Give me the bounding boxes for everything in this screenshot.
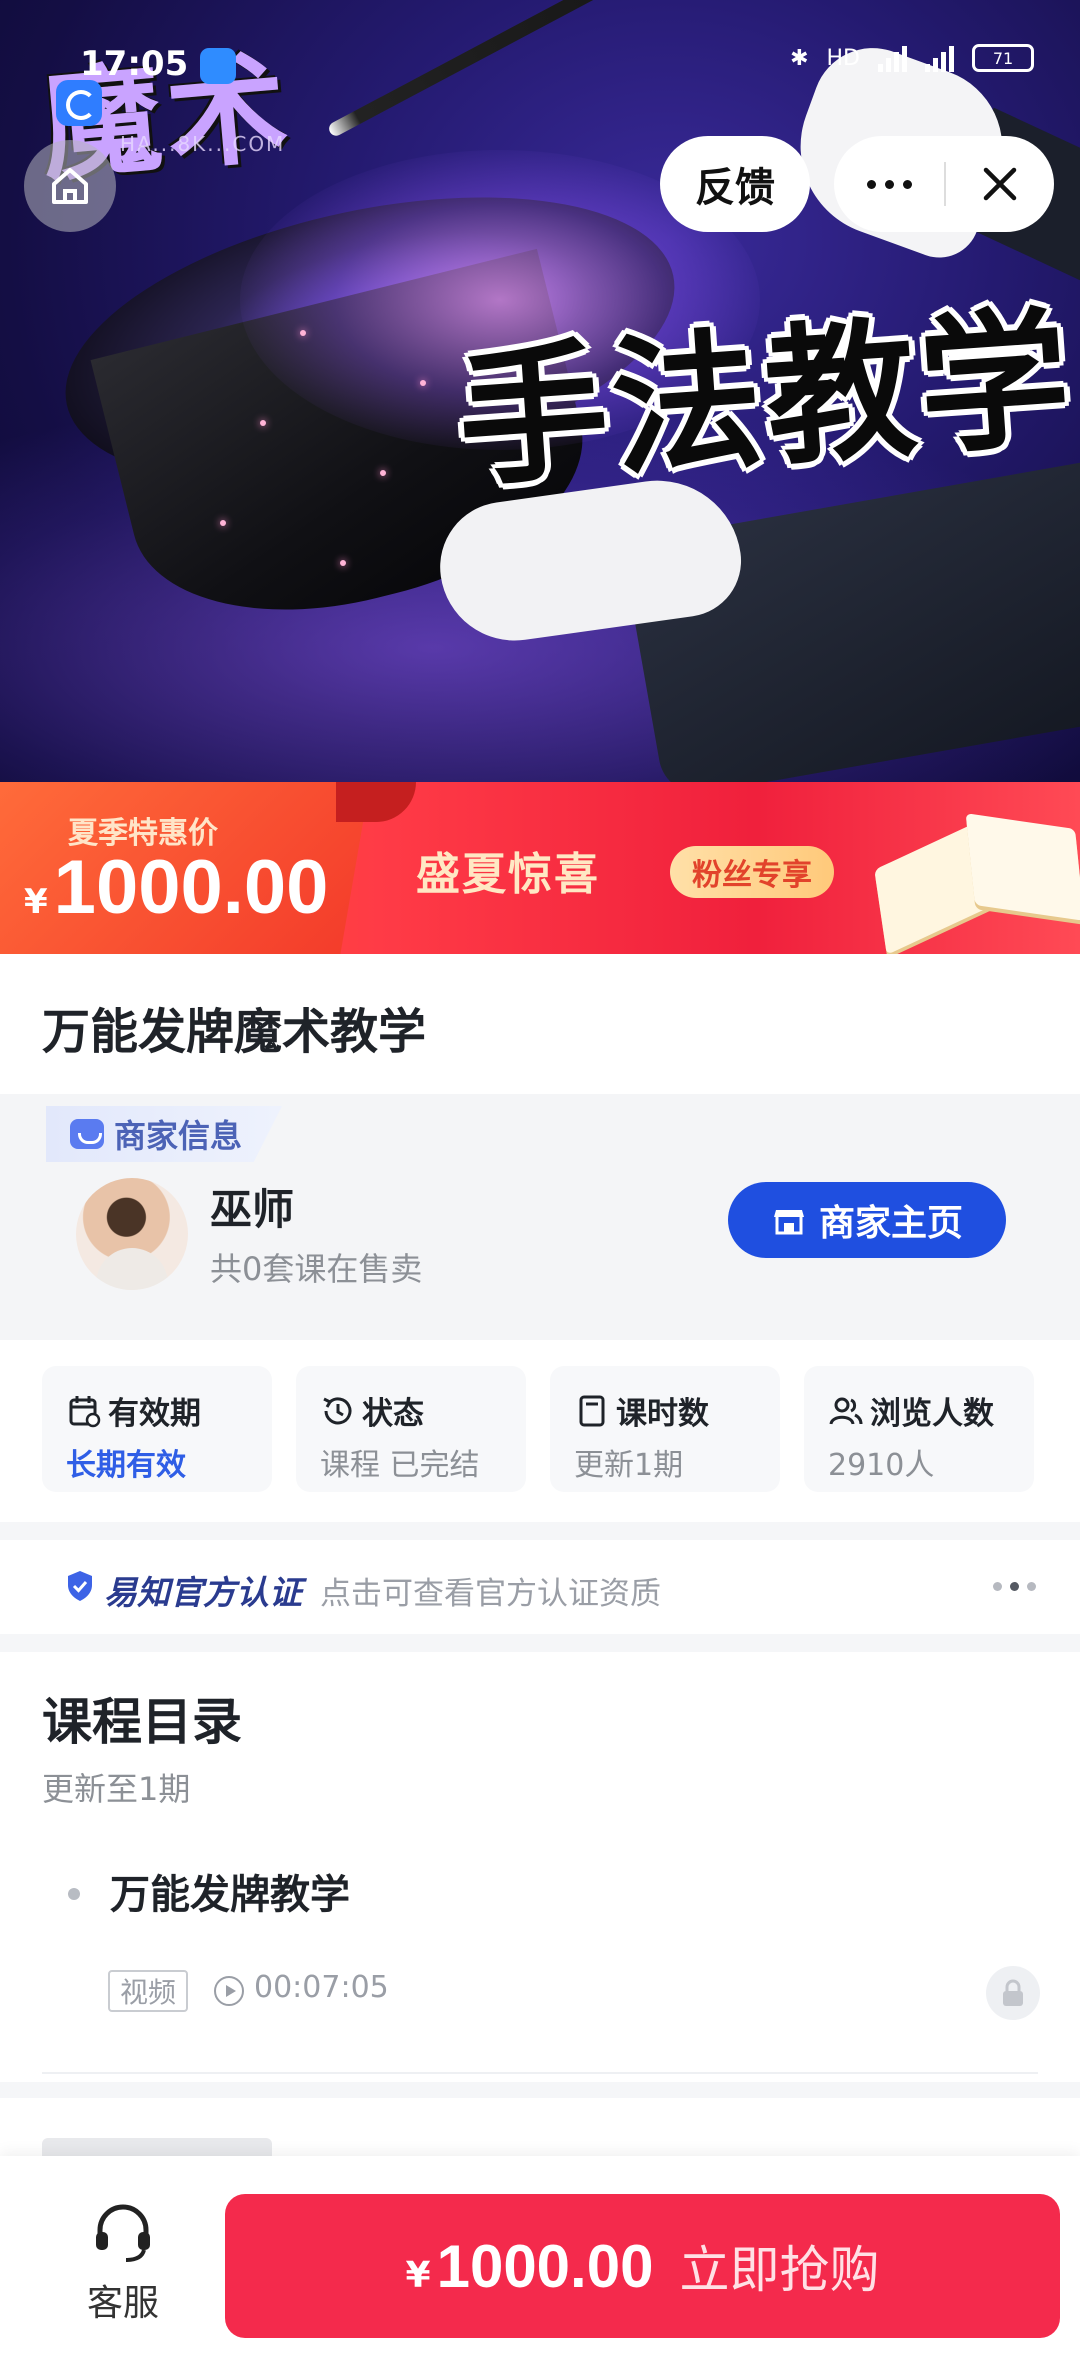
certification-description: 点击可查看官方认证资质 [320, 1576, 661, 1612]
battery-level: 71 [992, 48, 1014, 68]
stat-viewers-value: 2910人 [828, 1448, 935, 1483]
promo-slogan: 盛夏惊喜 [416, 849, 600, 900]
promo-banner: 夏季特惠价 ¥ 1000.00 盛夏惊喜 粉丝专享 [0, 782, 1080, 954]
customer-service-button[interactable]: 客服 [60, 2200, 186, 2336]
carousel-dots [993, 1582, 1036, 1591]
stat-validity: 有效期 长期有效 [42, 1366, 272, 1492]
official-certification-row[interactable]: 易知官方认证 点击可查看官方认证资质 [0, 1540, 1080, 1634]
mini-program-capsule [834, 136, 1054, 232]
lesson-title[interactable]: 万能发牌教学 [110, 1862, 350, 1920]
course-title-card: 万能发牌魔术教学 [0, 954, 1080, 1094]
course-catalog: 课程目录 更新至1期 万能发牌教学 视频 00:07:05 [0, 1652, 1080, 2082]
buy-now-button[interactable]: ¥ 1000.00 立即抢购 [225, 2194, 1060, 2338]
signal-icon-2 [925, 44, 954, 72]
signal-icon-1 [878, 44, 907, 72]
hd-label: HD [826, 45, 860, 71]
status-time: 17:05 [80, 44, 189, 84]
play-icon [214, 1976, 244, 2006]
merchant-course-count: 共0套课在售卖 [210, 1250, 423, 1288]
merchant-home-button[interactable]: 商家主页 [728, 1182, 1006, 1258]
calendar-icon [69, 1395, 101, 1427]
home-icon [52, 168, 88, 204]
stat-validity-value: 长期有效 [66, 1448, 186, 1483]
message-notification-icon [200, 48, 236, 84]
banner-logo-sub: HA...8K...COM [120, 132, 286, 156]
course-stats: 有效期 长期有效 状态 课程 已完结 课时数 更新1期 浏览人数 2910人 [0, 1340, 1080, 1522]
merchant-info-label: 商家信息 [114, 1117, 243, 1155]
banner-title: 手法教学 [452, 289, 1080, 509]
stat-status-value: 课程 已完结 [320, 1448, 480, 1483]
stat-validity-label: 有效期 [108, 1396, 201, 1432]
close-icon [983, 167, 1017, 201]
merchant-info-icon [70, 1119, 104, 1149]
catalog-updated: 更新至1期 [42, 1770, 191, 1808]
status-bar: 17:05 ✱ HD 71 [0, 0, 1080, 126]
merchant-name[interactable]: 巫师 [210, 1176, 294, 1237]
merchant-avatar[interactable] [76, 1178, 188, 1290]
merchant-home-label: 商家主页 [818, 1203, 963, 1244]
stat-lessons-label: 课时数 [616, 1396, 709, 1432]
shield-check-icon [68, 1571, 92, 1601]
course-title: 万能发牌魔术教学 [42, 1004, 427, 1060]
lesson-bullet [68, 1888, 80, 1900]
stat-viewers: 浏览人数 2910人 [804, 1366, 1034, 1492]
certification-brand: 易知官方认证 [104, 1573, 302, 1612]
lesson-type-tag: 视频 [108, 1970, 189, 2012]
stat-viewers-label: 浏览人数 [870, 1396, 994, 1432]
buy-price: 1000.00 [436, 2232, 654, 2300]
promo-currency: ¥ [24, 882, 48, 922]
app-notification-icon [56, 80, 102, 126]
book-icon [579, 1395, 605, 1426]
headset-icon [96, 2204, 150, 2262]
lock-icon [986, 1966, 1040, 2020]
home-button[interactable] [24, 140, 116, 232]
fans-exclusive-badge: 粉丝专享 [670, 846, 834, 898]
users-icon [829, 1397, 863, 1425]
bluetooth-icon: ✱ [790, 45, 809, 71]
merchant-info-section: 商家信息 巫师 共0套课在售卖 商家主页 [0, 1094, 1080, 1340]
promo-price-value: 1000.00 [53, 845, 329, 930]
stat-lessons-value: 更新1期 [574, 1448, 684, 1483]
stat-status-label: 状态 [362, 1396, 424, 1432]
battery-icon: 71 [972, 44, 1034, 72]
promo-price: ¥ 1000.00 [24, 844, 328, 931]
lesson-duration: 00:07:05 [254, 1970, 389, 2005]
store-icon [773, 1210, 804, 1235]
close-button[interactable] [946, 136, 1054, 232]
merchant-info-tag: 商家信息 [46, 1106, 283, 1162]
stat-status: 状态 课程 已完结 [296, 1366, 526, 1492]
history-icon [323, 1396, 352, 1424]
divider [42, 2072, 1038, 2074]
open-book-icon [870, 802, 1080, 954]
course-banner: 魔术 HA...8K...COM 手法教学 [0, 0, 1080, 800]
stat-lessons: 课时数 更新1期 [550, 1366, 780, 1492]
buy-currency: ¥ [405, 2254, 431, 2296]
catalog-heading: 课程目录 [42, 1693, 242, 1751]
bottom-action-bar: 客服 ¥ 1000.00 立即抢购 [0, 2156, 1080, 2376]
buy-now-label: 立即抢购 [679, 2241, 880, 2299]
customer-service-label: 客服 [86, 2283, 159, 2324]
more-options-button[interactable] [834, 136, 944, 232]
feedback-button[interactable]: 反馈 [660, 136, 810, 232]
